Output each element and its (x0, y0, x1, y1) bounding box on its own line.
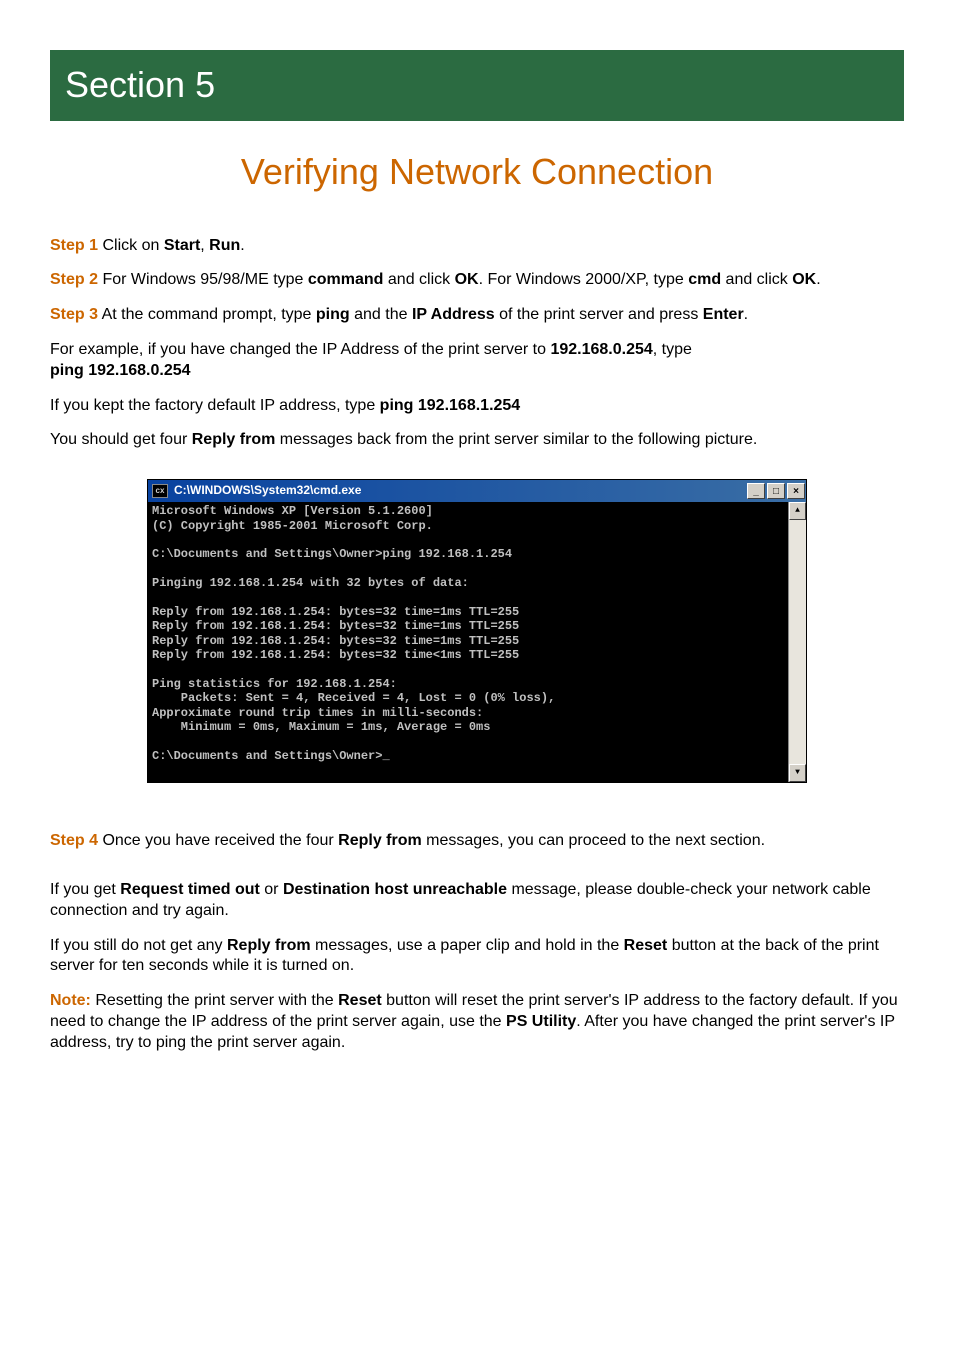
timeout-paragraph: If you get Request timed out or Destinat… (50, 880, 904, 922)
text-bold: Reply from (192, 431, 276, 448)
step-1: Step 1 Click on Start, Run. (50, 236, 904, 257)
text: You should get four (50, 431, 192, 448)
text: Click on (98, 237, 164, 254)
text: of the print server and press (495, 306, 703, 323)
close-button[interactable]: × (787, 483, 805, 499)
text: , type (653, 341, 692, 358)
text: At the command prompt, type (98, 306, 316, 323)
maximize-button[interactable]: □ (767, 483, 785, 499)
example-paragraph: For example, if you have changed the IP … (50, 340, 904, 382)
text: messages, use a paper clip and hold in t… (311, 937, 624, 954)
text: . For Windows 2000/XP, type (479, 271, 689, 288)
text-bold: Enter (703, 306, 744, 323)
text-bold: PS Utility (506, 1013, 576, 1030)
text: . (816, 271, 820, 288)
text: If you kept the factory default IP addre… (50, 397, 380, 414)
scroll-track[interactable] (789, 520, 806, 764)
text: messages back from the print server simi… (275, 431, 757, 448)
text: For Windows 95/98/ME type (98, 271, 308, 288)
reply-intro-paragraph: You should get four Reply from messages … (50, 430, 904, 451)
step-2-label: Step 2 (50, 271, 98, 288)
text: . (744, 306, 748, 323)
cmd-output: Microsoft Windows XP [Version 5.1.2600] … (148, 502, 788, 782)
text: Resetting the print server with the (91, 992, 338, 1009)
scroll-down-button[interactable]: ▼ (789, 764, 806, 782)
text: Once you have received the four (98, 832, 338, 849)
window-controls: _ □ × (746, 481, 806, 501)
step-3-label: Step 3 (50, 306, 98, 323)
text: If you still do not get any (50, 937, 227, 954)
step-1-label: Step 1 (50, 237, 98, 254)
text: and the (350, 306, 412, 323)
text-bold: Run (209, 237, 240, 254)
text-bold: OK (455, 271, 479, 288)
text-bold: IP Address (412, 306, 495, 323)
text: , (200, 237, 209, 254)
text-bold: ping 192.168.1.254 (380, 397, 521, 414)
cmd-icon: cx (152, 484, 168, 498)
text-bold: cmd (688, 271, 721, 288)
text: messages, you can proceed to the next se… (422, 832, 765, 849)
scrollbar[interactable]: ▲ ▼ (788, 502, 806, 782)
cmd-title-text: C:\WINDOWS\System32\cmd.exe (172, 483, 746, 499)
text-bold: Start (164, 237, 200, 254)
text: If you get (50, 881, 120, 898)
text-bold: Destination host unreachable (283, 881, 507, 898)
text: and click (721, 271, 792, 288)
step-3: Step 3 At the command prompt, type ping … (50, 305, 904, 326)
text-bold: Request timed out (120, 881, 260, 898)
step-4-label: Step 4 (50, 832, 98, 849)
text: For example, if you have changed the IP … (50, 341, 550, 358)
text: or (260, 881, 283, 898)
section-banner: Section 5 (50, 50, 904, 121)
reset-paragraph: If you still do not get any Reply from m… (50, 936, 904, 978)
cmd-body-wrap: Microsoft Windows XP [Version 5.1.2600] … (148, 502, 806, 782)
text-bold: command (308, 271, 384, 288)
text: and click (383, 271, 454, 288)
step-4: Step 4 Once you have received the four R… (50, 831, 904, 852)
text-bold: Reset (338, 992, 382, 1009)
note-paragraph: Note: Resetting the print server with th… (50, 991, 904, 1053)
scroll-up-button[interactable]: ▲ (789, 502, 806, 520)
text-bold: Reply from (338, 832, 422, 849)
note-label: Note: (50, 992, 91, 1009)
page-title: Verifying Network Connection (50, 149, 904, 196)
text-bold: 192.168.0.254 (550, 341, 652, 358)
minimize-button[interactable]: _ (747, 483, 765, 499)
factory-paragraph: If you kept the factory default IP addre… (50, 396, 904, 417)
text-bold: ping (316, 306, 350, 323)
text-bold: Reply from (227, 937, 311, 954)
text: . (240, 237, 244, 254)
text-bold: Reset (624, 937, 668, 954)
text-bold: ping 192.168.0.254 (50, 362, 191, 379)
text-bold: OK (792, 271, 816, 288)
cmd-titlebar: cx C:\WINDOWS\System32\cmd.exe _ □ × (148, 480, 806, 502)
cmd-window: cx C:\WINDOWS\System32\cmd.exe _ □ × Mic… (147, 479, 807, 783)
step-2: Step 2 For Windows 95/98/ME type command… (50, 270, 904, 291)
